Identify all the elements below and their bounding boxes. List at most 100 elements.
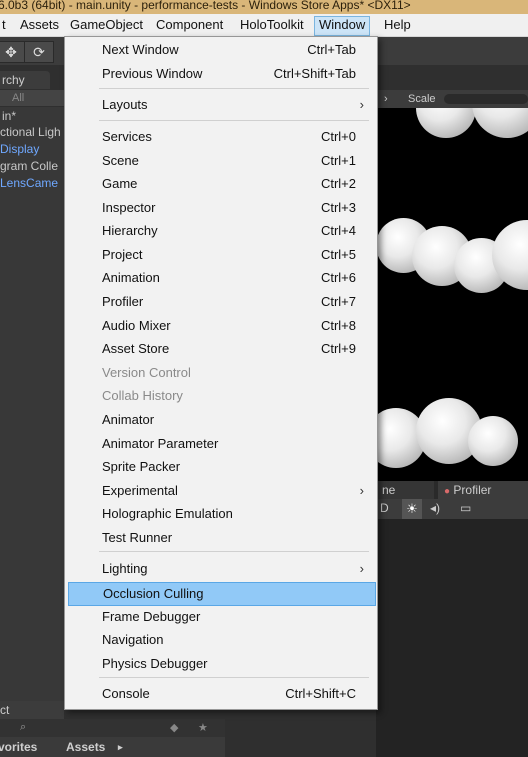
- menu-item-layouts[interactable]: Layouts ›: [68, 94, 374, 116]
- menu-item-label: Profiler: [102, 294, 144, 309]
- menu-item-label: Sprite Packer: [102, 459, 181, 474]
- image-icon[interactable]: ▭: [460, 501, 471, 515]
- window-title: 6.0b3 (64bit) - main.unity - performance…: [0, 0, 411, 12]
- menu-item-project[interactable]: Project Ctrl+5: [68, 244, 374, 266]
- menu-item-label: Console: [102, 686, 150, 701]
- menu-item-physics-debugger[interactable]: Physics Debugger: [68, 653, 374, 675]
- menu-item-lighting[interactable]: Lighting ›: [68, 558, 374, 580]
- submenu-arrow-icon: ›: [359, 483, 364, 498]
- menu-item-navigation[interactable]: Navigation: [68, 629, 374, 651]
- menu-help[interactable]: Help: [380, 16, 415, 34]
- menu-item-label: Project: [102, 247, 143, 262]
- menu-gameobject[interactable]: GameObject: [66, 16, 147, 34]
- menu-item-asset-store[interactable]: Asset Store Ctrl+9: [68, 338, 374, 360]
- sphere: [472, 108, 528, 138]
- search-icon: ⌕: [20, 721, 27, 733]
- menu-item-game[interactable]: Game Ctrl+2: [68, 173, 374, 195]
- audio-icon[interactable]: ◂): [430, 501, 440, 515]
- hierarchy-scene-row[interactable]: in*: [2, 109, 16, 123]
- menu-item-scene[interactable]: Scene Ctrl+1: [68, 150, 374, 172]
- tab-profiler[interactable]: ● Profiler: [438, 481, 528, 499]
- menu-item-animation[interactable]: Animation Ctrl+6: [68, 267, 374, 289]
- menu-item-label: Holographic Emulation: [102, 506, 233, 521]
- menu-item-label: Layouts: [102, 97, 148, 112]
- submenu-arrow-icon: ›: [359, 97, 364, 112]
- menu-item-animator-parameter[interactable]: Animator Parameter: [68, 433, 374, 455]
- menu-item-collab-history: Collab History: [68, 385, 374, 407]
- menu-item-label: Audio Mixer: [102, 318, 171, 333]
- menu-separator: [99, 677, 369, 678]
- menu-item-shortcut: Ctrl+Tab: [307, 42, 356, 57]
- game-view-header: › Scale: [376, 90, 528, 108]
- star-icon[interactable]: ★: [198, 721, 208, 734]
- menu-item-animator[interactable]: Animator: [68, 409, 374, 431]
- menu-item-services[interactable]: Services Ctrl+0: [68, 126, 374, 148]
- menu-window[interactable]: Window: [314, 16, 371, 36]
- menu-holotoolkit[interactable]: HoloToolkit: [236, 16, 308, 34]
- submenu-arrow-icon: ›: [359, 561, 364, 576]
- hierarchy-row[interactable]: ctional Ligh: [0, 125, 61, 139]
- menu-item-label: Navigation: [102, 632, 164, 647]
- window-title-bar: 6.0b3 (64bit) - main.unity - performance…: [0, 0, 528, 14]
- light-icon[interactable]: ☀: [402, 499, 422, 519]
- scene-toolbar: D ☀ ◂) ▭: [376, 499, 528, 519]
- menu-item-label: Game: [102, 176, 138, 191]
- game-view[interactable]: [376, 108, 528, 488]
- menu-item-shortcut: Ctrl+2: [320, 176, 356, 191]
- menu-item-label: Animator: [102, 412, 155, 427]
- menu-item-hierarchy[interactable]: Hierarchy Ctrl+4: [68, 220, 374, 242]
- menu-assets[interactable]: Assets: [16, 16, 63, 34]
- menu-item-console[interactable]: Console Ctrl+Shift+C: [68, 683, 374, 705]
- menu-item-label: Hierarchy: [102, 223, 158, 238]
- menu-item-label: Inspector: [102, 200, 156, 215]
- menu-item-profiler[interactable]: Profiler Ctrl+7: [68, 291, 374, 313]
- favorites-label[interactable]: vorites: [0, 737, 37, 757]
- menu-file[interactable]: t: [0, 16, 10, 34]
- sphere: [416, 108, 476, 138]
- menu-item-label: Next Window: [102, 42, 179, 57]
- menu-item-occlusion-culling[interactable]: Occlusion Culling: [68, 582, 376, 606]
- menu-item-previous-window[interactable]: Previous Window Ctrl+Shift+Tab: [68, 63, 374, 85]
- move-tool-button[interactable]: ✥: [0, 41, 26, 63]
- hierarchy-row[interactable]: gram Colle: [0, 159, 58, 173]
- menu-item-frame-debugger[interactable]: Frame Debugger: [68, 606, 374, 628]
- assets-breadcrumb[interactable]: Assets: [66, 737, 105, 757]
- menu-item-label: Previous Window: [102, 66, 203, 81]
- menu-item-next-window[interactable]: Next Window Ctrl+Tab: [68, 39, 374, 61]
- menu-item-experimental[interactable]: Experimental ›: [68, 480, 374, 502]
- scale-slider[interactable]: [444, 94, 528, 104]
- menu-item-shortcut: Ctrl+0: [320, 129, 356, 144]
- menu-item-shortcut: Ctrl+3: [320, 200, 356, 215]
- menu-item-shortcut: Ctrl+9: [320, 341, 356, 356]
- hierarchy-row[interactable]: Display: [0, 142, 39, 156]
- chevron-right-icon: ›: [384, 93, 388, 105]
- menu-component[interactable]: Component: [152, 16, 227, 34]
- menu-item-audio-mixer[interactable]: Audio Mixer Ctrl+8: [68, 315, 374, 337]
- menu-item-shortcut: Ctrl+Shift+Tab: [273, 66, 356, 81]
- menu-separator: [99, 120, 369, 121]
- menu-item-shortcut: Ctrl+4: [320, 223, 356, 238]
- profiler-icon: ●: [444, 486, 451, 497]
- rotate-tool-button[interactable]: ⟳: [24, 41, 54, 63]
- hierarchy-tab[interactable]: rchy: [0, 71, 50, 89]
- menu-item-inspector[interactable]: Inspector Ctrl+3: [68, 197, 374, 219]
- lock-icon[interactable]: ◆: [170, 721, 178, 734]
- project-breadcrumb: vorites Assets ▸: [0, 737, 225, 757]
- menu-item-shortcut: Ctrl+7: [320, 294, 356, 309]
- menu-item-label: Test Runner: [102, 530, 173, 545]
- menu-item-sprite-packer[interactable]: Sprite Packer: [68, 456, 374, 478]
- menu-item-label: Lighting: [102, 561, 148, 576]
- menu-separator: [99, 551, 369, 552]
- menu-item-test-runner[interactable]: Test Runner: [68, 527, 374, 549]
- project-search-bar[interactable]: ⌕ ◆ ★: [0, 719, 225, 737]
- hierarchy-panel: in* ctional Ligh Display gram Colle Lens…: [0, 107, 64, 707]
- 2d-toggle[interactable]: D: [380, 501, 389, 515]
- menu-item-shortcut: Ctrl+6: [320, 270, 356, 285]
- hierarchy-search-field[interactable]: All: [0, 90, 64, 106]
- menu-item-label: Collab History: [102, 388, 183, 403]
- menu-item-label: Experimental: [102, 483, 178, 498]
- hierarchy-row[interactable]: LensCame: [0, 176, 58, 190]
- tab-scene[interactable]: ne: [376, 481, 434, 499]
- project-tab[interactable]: ct: [0, 701, 64, 719]
- menu-item-holographic-emulation[interactable]: Holographic Emulation: [68, 503, 374, 525]
